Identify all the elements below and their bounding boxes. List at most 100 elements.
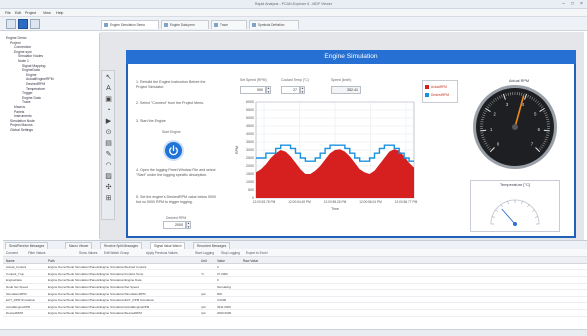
coolant-temp-field[interactable]: 27	[281, 86, 300, 94]
table-row[interactable]: Coolant_Tmp Engine Demo/Node Simulation/P…	[3, 270, 587, 277]
y-tick-label: 6000	[246, 100, 254, 104]
menu-file[interactable]: File	[5, 11, 11, 15]
button-icon[interactable]: ▣	[104, 95, 113, 104]
switch-icon[interactable]: ⊙	[104, 128, 113, 137]
tree-item[interactable]: Project	[10, 41, 21, 45]
tree-item[interactable]: Project Macros	[10, 123, 33, 127]
set-speed-field[interactable]: 900	[240, 86, 266, 94]
table-row[interactable]: SimulationRPM Engine Demo/Node Simulation…	[3, 290, 587, 297]
table-row[interactable]: Node Set Speed Engine Demo/Node Simulatio…	[3, 283, 587, 291]
column-raw[interactable]: Raw Value	[243, 259, 258, 263]
stop-logging-button[interactable]: Stop Logging	[221, 251, 240, 255]
legend-item-actualrpm: ActualRPM	[425, 85, 447, 90]
table-cell: Actual_Coolant	[6, 265, 27, 270]
tab-engine-data[interactable]: Engine Data.pem	[161, 20, 209, 29]
y-tick-label: 5000	[246, 116, 254, 120]
symbol-icon	[252, 23, 256, 27]
tree-item[interactable]: Trigger	[22, 91, 33, 95]
table-cell: ActualEngineRPM	[6, 304, 31, 309]
apply-previous-button[interactable]: Apply Previous Values	[146, 251, 178, 255]
temp-tick	[492, 216, 496, 218]
legend-swatch	[425, 93, 429, 98]
tree-item[interactable]: Connection	[14, 45, 31, 49]
column-name[interactable]: Name	[6, 259, 15, 263]
tree-item[interactable]: Engine Demo	[6, 36, 27, 40]
tab-engine-simulation[interactable]: Engine Simulation Demo	[101, 20, 159, 29]
title-bar: Rapid Analysis - PCAN-Explorer 6 - MDF V…	[0, 0, 587, 9]
filter-values-button[interactable]: Filter Values	[28, 251, 45, 255]
table-row[interactable]: DesiredRPM Engine Demo/Node Simulation/Pa…	[3, 310, 587, 317]
new-project-icon[interactable]	[6, 19, 16, 29]
y-axis-label: RPM	[235, 146, 239, 154]
y-tick-label: 2000	[246, 164, 254, 168]
edit-watch-button[interactable]: Edit Watch Group	[104, 251, 129, 255]
panel-title: Engine Simulation	[126, 50, 576, 64]
menu-help[interactable]: Help	[56, 11, 63, 15]
desired-rpm-spinner[interactable]: ▲ ▼	[186, 221, 191, 229]
tab-trace[interactable]: Trace	[211, 20, 247, 29]
set-speed-spinner[interactable]: ▲ ▼	[266, 86, 271, 94]
show-values-button[interactable]: Show Values	[79, 251, 97, 255]
table-row[interactable]: ActualEngineRPM Engine Demo/Node Simulati…	[3, 303, 587, 310]
table-cell: 0	[217, 278, 219, 283]
tree-item[interactable]: Engine Data	[22, 96, 41, 100]
desired-rpm-field[interactable]: 2000	[163, 221, 186, 229]
tree-item[interactable]: Global Settings	[10, 128, 33, 132]
tree-item[interactable]: Macros	[14, 105, 25, 109]
gauge-icon[interactable]: ◔	[104, 106, 113, 115]
document-icon	[164, 23, 168, 27]
menu-edit[interactable]: Edit	[15, 11, 21, 15]
tree-item[interactable]: Temperature	[26, 87, 45, 91]
bottom-tab-bar: Send/Receive Messages Macro Viewer Recei…	[3, 240, 587, 250]
tree-item[interactable]: Node 1	[18, 59, 29, 63]
temp-tick	[500, 204, 503, 208]
align-icon[interactable]: ⊞	[104, 194, 113, 203]
tree-item[interactable]: EngineData	[22, 68, 40, 72]
menu-view[interactable]: View	[43, 11, 51, 15]
tree-item[interactable]: Simulation Node	[10, 119, 35, 123]
tree-item[interactable]: Trace	[22, 100, 31, 104]
tree-item[interactable]: Panels	[14, 110, 24, 114]
tree-item[interactable]: Engine	[26, 73, 37, 77]
move-icon[interactable]: ✣	[104, 183, 113, 192]
connect-icon[interactable]	[18, 19, 28, 29]
minimize-icon[interactable]: –	[559, 1, 568, 7]
tree-item[interactable]: ActualEngineRPM	[26, 77, 54, 81]
export-button[interactable]: Export to Excel	[246, 251, 267, 255]
x-tick-label: 12:00:56.04 PM	[359, 200, 382, 204]
image-icon[interactable]: ▨	[104, 172, 113, 181]
column-value[interactable]: Value	[217, 259, 225, 263]
desired-rpm-label: Desired RPM	[166, 216, 187, 220]
tree-item[interactable]: Instruments	[14, 114, 32, 118]
column-unit[interactable]: Unit	[201, 259, 207, 263]
tab-label: Symbols Definition	[258, 23, 285, 27]
coolant-temp-spinner[interactable]: ▲ ▼	[300, 86, 305, 94]
tree-item[interactable]: DesiredRPM	[26, 82, 45, 86]
display-icon[interactable]: ▤	[104, 139, 113, 148]
tree-item[interactable]: Simulator Nodes	[18, 54, 43, 58]
text-icon[interactable]: A	[104, 84, 113, 93]
meter-icon[interactable]: ◠	[104, 161, 113, 170]
table-cell: DesiredRPM	[6, 311, 24, 316]
tree-item[interactable]: Engine.sym	[14, 50, 32, 54]
maximize-icon[interactable]: □	[568, 1, 577, 7]
start-logging-button[interactable]: Start Logging	[195, 251, 214, 255]
grid-header: Name Path Unit Value Raw Value	[3, 257, 587, 264]
start-engine-button[interactable]	[163, 140, 184, 161]
edit-icon[interactable]: ✎	[104, 150, 113, 159]
y-tick-label: 1500	[246, 172, 254, 176]
table-row[interactable]: EngineData Engine Demo/Node Simulation/Pa…	[3, 277, 587, 284]
tree-item[interactable]: Signal Mapping	[22, 64, 45, 68]
table-row[interactable]: ECT_RPM Simulation Engine Demo/Node Simul…	[3, 297, 587, 304]
table-cell: SimulationRPM	[6, 291, 27, 296]
disconnect-icon[interactable]	[30, 19, 40, 29]
close-icon[interactable]: ×	[577, 1, 586, 7]
play-icon[interactable]: ▶	[104, 117, 113, 126]
connect-button[interactable]: Connect	[6, 251, 18, 255]
menu-project[interactable]: Project	[25, 11, 36, 15]
y-tick-label: 5500	[246, 108, 254, 112]
column-path[interactable]: Path	[48, 259, 55, 263]
pointer-icon[interactable]: ↖	[104, 73, 113, 82]
table-row[interactable]: Actual_Coolant Engine Demo/Node Simulatio…	[3, 264, 587, 271]
tab-symbols[interactable]: Symbols Definition	[249, 20, 299, 29]
